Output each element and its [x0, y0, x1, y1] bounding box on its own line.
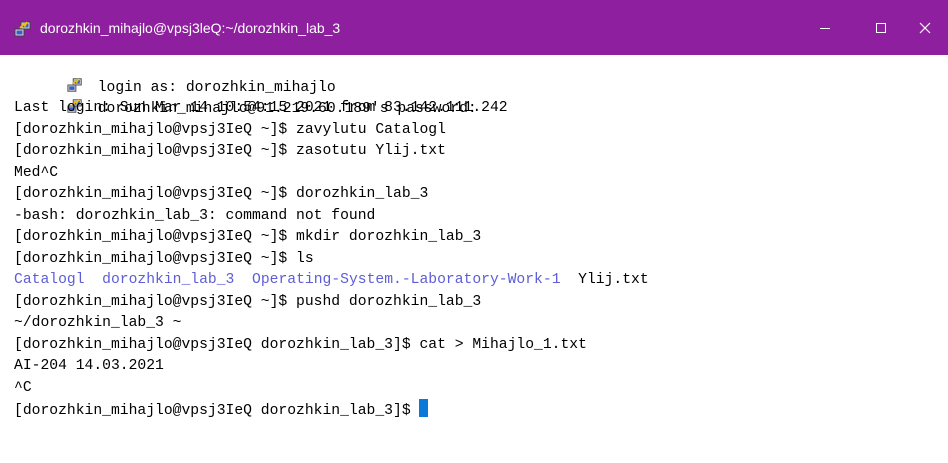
terminal-line: [dorozhkin_mihajlo@vpsj3IeQ ~]$ zavylutu…: [14, 121, 446, 138]
terminal-line: [dorozhkin_mihajlo@vpsj3IeQ dorozhkin_la…: [14, 336, 587, 353]
terminal-line: [dorozhkin_mihajlo@vpsj3IeQ ~]$ pushd do…: [14, 293, 482, 310]
terminal-line: [dorozhkin_mihajlo@vpsj3IeQ ~]$ dorozhki…: [14, 186, 429, 202]
terminal-line: Med^C: [14, 164, 59, 181]
minimize-button[interactable]: [802, 0, 848, 55]
terminal-line: [dorozhkin_mihajlo@vpsj3IeQ ~]$ zasotutu…: [14, 143, 446, 159]
terminal-prompt-line[interactable]: [dorozhkin_mihajlo@vpsj3IeQ dorozhkin_la…: [14, 399, 948, 421]
ls-file: Ylij.txt: [578, 272, 649, 288]
terminal-line: -bash: dorozhkin_lab_3: command not foun…: [14, 207, 376, 224]
close-button[interactable]: [902, 0, 948, 55]
title-bar[interactable]: dorozhkin_mihajlo@vpsj3leQ:~/dorozhkin_l…: [0, 0, 948, 55]
ls-directory: Operating-System.-Laboratory-Work-1: [252, 272, 561, 288]
minimize-icon: [820, 27, 830, 29]
putty-icon[interactable]: [14, 20, 32, 38]
terminal-line-login: login as: dorozhkin_mihajlo: [14, 55, 948, 96]
terminal-line: ~/dorozhkin_lab_3 ~: [14, 315, 182, 331]
putty-window: dorozhkin_mihajlo@vpsj3leQ:~/dorozhkin_l…: [0, 0, 948, 463]
maximize-icon: [876, 22, 886, 33]
terminal-line: AI-204 14.03.2021: [14, 358, 164, 374]
terminal-cursor: [419, 399, 429, 417]
ls-output-line: Catalogl dorozhkin_lab_3 Operating-Syste…: [14, 270, 948, 292]
window-title: dorozhkin_mihajlo@vpsj3leQ:~/dorozhkin_l…: [40, 20, 341, 36]
terminal-line-password: dorozhkin_mihajlo@91.219.60.189's passwo…: [14, 77, 948, 117]
terminal-output[interactable]: login as: dorozhkin_mihajlo dorozhkin_mi…: [0, 55, 948, 463]
terminal-line: [dorozhkin_mihajlo@vpsj3IeQ ~]$ mkdir do…: [14, 229, 482, 245]
maximize-button[interactable]: [858, 0, 904, 55]
terminal-line: ^C: [14, 379, 32, 396]
terminal-line: Last login: Sun Mar 14 10:54:15 2021 fro…: [14, 100, 508, 116]
terminal-line: [dorozhkin_mihajlo@vpsj3IeQ ~]$ ls: [14, 250, 314, 267]
ls-directory: dorozhkin_lab_3: [102, 272, 235, 288]
ls-directory: Catalogl: [14, 272, 85, 288]
terminal-prompt: [dorozhkin_mihajlo@vpsj3IeQ dorozhkin_la…: [14, 403, 420, 419]
close-icon: [919, 22, 931, 33]
